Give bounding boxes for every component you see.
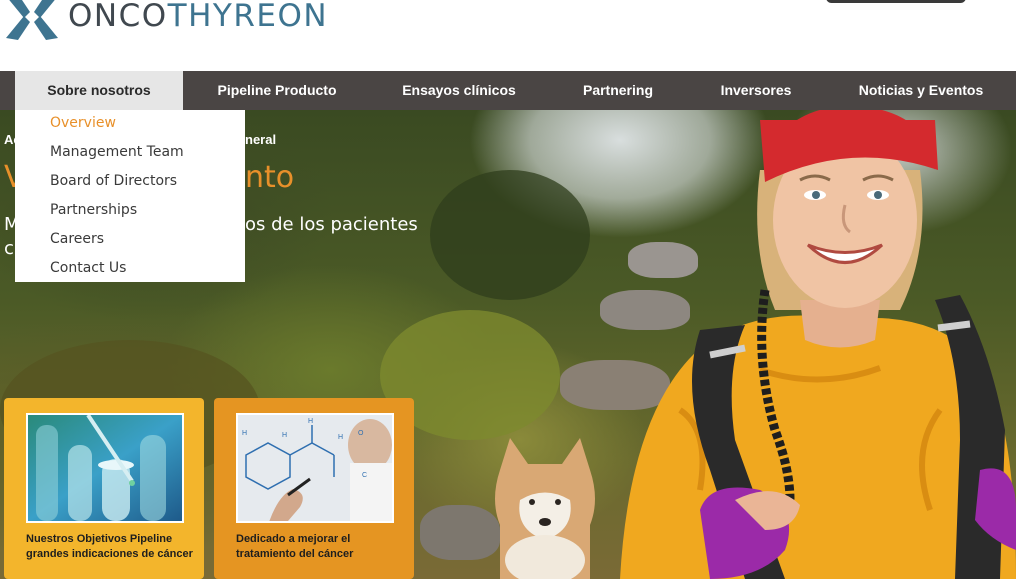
svg-text:O: O: [358, 430, 364, 437]
dropdown-item-overview[interactable]: Overview: [15, 113, 245, 142]
nav-item-inversores[interactable]: Inversores: [704, 71, 808, 110]
star-cross-logo-icon[interactable]: [4, 0, 60, 42]
brand-name-part1: ONCO: [68, 0, 168, 34]
svg-text:H: H: [242, 430, 247, 437]
nav-item-ensayos-clinicos[interactable]: Ensayos clínicos: [382, 71, 536, 110]
main-nav: Sobre nosotros Pipeline Producto Ensayos…: [0, 71, 1016, 110]
hero-subtitle-line2-start: c: [4, 238, 14, 259]
about-dropdown-menu: Overview Management Team Board of Direct…: [15, 110, 245, 282]
dropdown-item-contact-us[interactable]: Contact Us: [15, 258, 245, 287]
pipeline-card[interactable]: Nuestros Objetivos Pipeline grandes indi…: [4, 398, 204, 579]
brand-name-part2: THYREON: [167, 0, 329, 34]
nav-item-sobre-nosotros[interactable]: Sobre nosotros: [15, 71, 183, 110]
brand-logo-text[interactable]: ONCOTHYREON: [68, 0, 328, 36]
test-tubes-pipette-image: [26, 413, 184, 523]
svg-text:H: H: [338, 434, 343, 441]
dropdown-item-board-of-directors[interactable]: Board of Directors: [15, 171, 245, 200]
nav-item-noticias-eventos[interactable]: Noticias y Eventos: [846, 71, 996, 110]
svg-text:H: H: [308, 418, 313, 425]
pipeline-card-text[interactable]: Nuestros Objetivos Pipeline grandes indi…: [26, 532, 196, 562]
hero-subtitle-line1-end: os de los pacientes: [245, 214, 418, 235]
nav-item-partnering[interactable]: Partnering: [566, 71, 670, 110]
svg-text:H: H: [282, 432, 287, 439]
hiker-woman-illustration: [620, 110, 1016, 579]
treatment-card[interactable]: H H H H O C Dedicado a mejorar el tratamiento…: [214, 398, 414, 579]
svg-text:C: C: [362, 472, 367, 479]
dropdown-item-management-team[interactable]: Management Team: [15, 142, 245, 171]
site-header: ONCOTHYREON: [0, 0, 1016, 71]
breadcrumb-end[interactable]: neral: [245, 132, 276, 147]
treatment-card-text[interactable]: Dedicado a mejorar el tratamiento del cá…: [236, 532, 406, 562]
nav-item-pipeline-producto[interactable]: Pipeline Producto: [196, 71, 358, 110]
scientist-molecule-image: H H H H O C: [236, 413, 394, 523]
test-tubes-pipette-graphic: [28, 415, 182, 521]
dropdown-item-careers[interactable]: Careers: [15, 229, 245, 258]
header-search-pill[interactable]: [826, 0, 966, 3]
hero-title-end: nto: [245, 160, 295, 195]
scientist-molecule-graphic: H H H H O C: [238, 415, 392, 521]
dropdown-item-partnerships[interactable]: Partnerships: [15, 200, 245, 229]
